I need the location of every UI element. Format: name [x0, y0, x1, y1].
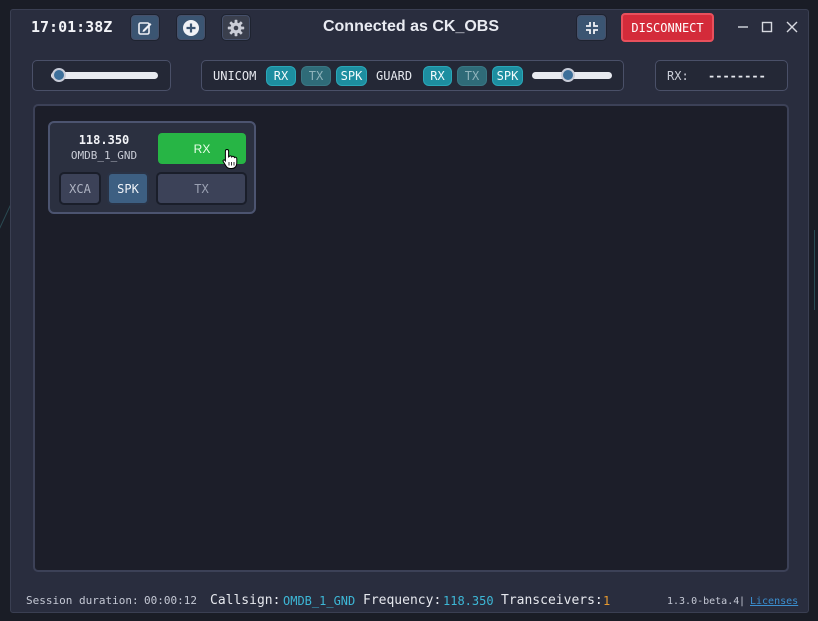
unicom-guard-panel: UNICOM RX TX SPK GUARD RX TX SPK — [201, 60, 624, 91]
frequency-label: Frequency: — [363, 593, 442, 608]
session-duration-value: 00:00:12 — [144, 594, 197, 607]
utc-clock: 17:01:38Z — [31, 18, 113, 36]
rx-toggle-label: RX — [193, 141, 211, 156]
xca-button[interactable]: XCA — [59, 172, 101, 205]
transceivers-label: Transceivers: — [501, 593, 603, 608]
collapse-icon — [585, 21, 598, 34]
minimize-button[interactable] — [735, 19, 751, 35]
spk-button[interactable]: SPK — [107, 172, 149, 205]
hand-cursor-icon — [222, 148, 238, 169]
frequency-value: 118.350 — [443, 594, 494, 608]
disconnect-button[interactable]: DISCONNECT — [621, 13, 714, 42]
guard-volume-handle[interactable] — [561, 68, 575, 82]
transceiver-area: 118.350 OMDB_1_GND RX XCA SPK TX — [33, 104, 789, 572]
transceiver-card: 118.350 OMDB_1_GND RX XCA SPK TX — [48, 121, 256, 214]
rx-indicator-panel: RX: -------- — [655, 60, 788, 91]
licenses-link[interactable]: Licenses — [750, 596, 798, 607]
add-circle-icon — [183, 19, 199, 36]
settings-button[interactable] — [221, 14, 251, 41]
maximize-icon — [761, 21, 773, 33]
unicom-tx-toggle[interactable]: TX — [301, 66, 331, 86]
transceiver-callsign: OMDB_1_GND — [70, 149, 138, 162]
guard-spk-toggle[interactable]: SPK — [492, 66, 523, 86]
app-version: 1.3.0-beta.4 — [667, 596, 740, 607]
callsign-value: OMDB_1_GND — [283, 594, 356, 608]
transceiver-frequency: 118.350 — [78, 133, 130, 147]
unicom-spk-toggle[interactable]: SPK — [336, 66, 367, 86]
add-button[interactable] — [176, 14, 206, 41]
guard-tx-toggle[interactable]: TX — [457, 66, 487, 86]
rx-indicator-label: RX: — [667, 69, 689, 83]
connection-title: Connected as CK_OBS — [322, 18, 500, 35]
maximize-button[interactable] — [759, 19, 775, 35]
version-separator: | — [739, 596, 746, 607]
rx-indicator-value: -------- — [708, 69, 766, 83]
gear-icon — [227, 19, 245, 36]
app-window: 17:01:38Z Connected as CK_OBS DISCONNECT… — [10, 9, 809, 613]
close-button[interactable] — [784, 19, 800, 35]
title-bar: 17:01:38Z Connected as CK_OBS DISCONNECT — [11, 10, 808, 48]
guard-rx-toggle[interactable]: RX — [423, 66, 452, 86]
edit-icon — [138, 21, 152, 35]
main-volume-slider[interactable] — [51, 72, 158, 79]
unicom-label: UNICOM — [213, 69, 257, 83]
minimize-icon — [738, 26, 748, 28]
rx-toggle-button[interactable]: RX — [158, 133, 246, 169]
main-volume-handle[interactable] — [52, 68, 66, 82]
unicom-rx-toggle[interactable]: RX — [266, 66, 296, 86]
close-icon — [786, 21, 798, 33]
main-volume-panel — [32, 60, 171, 91]
status-bar: Session duration: 00:00:12 Callsign: OMD… — [11, 588, 808, 612]
callsign-label: Callsign: — [210, 593, 281, 608]
collapse-button[interactable] — [576, 14, 607, 41]
guard-label: GUARD — [376, 69, 413, 83]
background-line — [814, 230, 815, 310]
tx-button[interactable]: TX — [156, 172, 247, 205]
session-duration-label: Session duration: — [26, 594, 139, 607]
transceivers-value: 1 — [603, 594, 611, 608]
edit-button[interactable] — [130, 14, 160, 41]
